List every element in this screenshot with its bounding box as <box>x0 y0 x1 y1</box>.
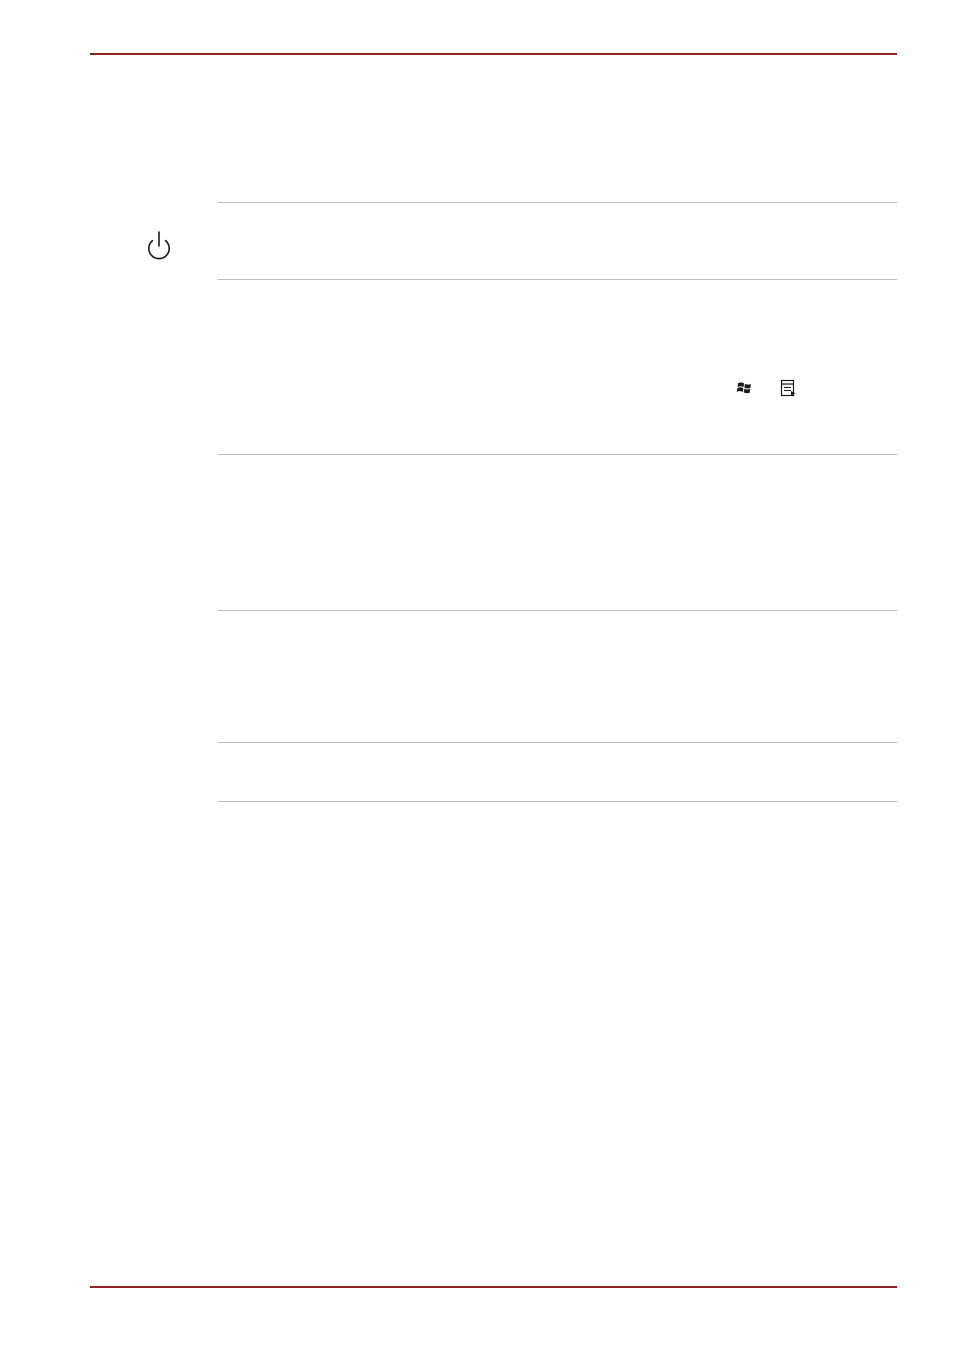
table-row-divider <box>218 279 897 280</box>
power-icon <box>143 229 175 263</box>
application-menu-icon <box>780 379 797 397</box>
windows-logo-icon <box>736 380 752 396</box>
table-bottom-border <box>218 801 897 802</box>
table-row-divider <box>218 742 897 743</box>
table-row-divider <box>218 610 897 611</box>
table-top-border <box>218 202 897 203</box>
footer-rule <box>90 1286 897 1288</box>
header-rule <box>90 53 897 55</box>
table-row-divider <box>218 454 897 455</box>
